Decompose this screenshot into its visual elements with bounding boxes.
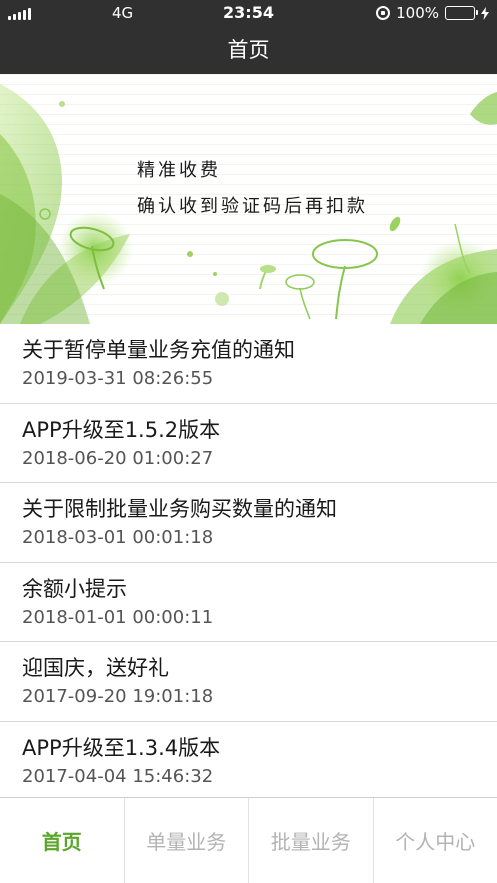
battery-icon bbox=[445, 6, 478, 20]
notice-list: 关于暂停单量业务充值的通知 2019-03-31 08:26:55 APP升级至… bbox=[0, 324, 497, 801]
notice-timestamp: 2017-09-20 19:01:18 bbox=[22, 686, 214, 707]
notice-title: 关于暂停单量业务充值的通知 bbox=[22, 338, 295, 362]
notice-item[interactable]: 余额小提示 2018-01-01 00:00:11 bbox=[0, 563, 497, 642]
network-type: 4G bbox=[112, 4, 134, 22]
notice-item[interactable]: 迎国庆，送好礼 2017-09-20 19:01:18 bbox=[0, 642, 497, 722]
promo-banner[interactable]: 精准收费 确认收到验证码后再扣款 bbox=[0, 74, 497, 324]
page-title: 首页 bbox=[227, 38, 270, 62]
tab-single-business[interactable]: 单量业务 bbox=[123, 798, 249, 883]
notice-title: APP升级至1.5.2版本 bbox=[22, 417, 221, 442]
notice-title: 关于限制批量业务购买数量的通知 bbox=[22, 497, 337, 521]
notice-timestamp: 2017-04-04 15:46:32 bbox=[22, 765, 214, 787]
tab-home[interactable]: 首页 bbox=[0, 798, 124, 883]
rotation-lock-icon bbox=[376, 6, 391, 20]
nav-bar: 首页 bbox=[0, 28, 497, 74]
notice-timestamp: 2019-03-31 08:26:55 bbox=[22, 368, 214, 389]
notice-timestamp: 2018-06-20 01:00:27 bbox=[22, 447, 214, 469]
notice-title: APP升级至1.3.4版本 bbox=[22, 735, 221, 760]
status-right: 100% bbox=[376, 4, 489, 22]
banner-subline: 确认收到验证码后再扣款 bbox=[137, 196, 368, 217]
bottom-tab-bar: 首页 单量业务 批量业务 个人中心 bbox=[0, 797, 497, 883]
tab-batch-business[interactable]: 批量业务 bbox=[248, 798, 373, 883]
notice-item[interactable]: 关于限制批量业务购买数量的通知 2018-03-01 00:01:18 bbox=[0, 483, 497, 563]
status-bar: 4G 23:54 100% bbox=[0, 0, 497, 28]
charging-bolt-icon bbox=[481, 6, 489, 20]
notice-title: 余额小提示 bbox=[22, 576, 127, 601]
tab-personal-center[interactable]: 个人中心 bbox=[372, 798, 497, 883]
notice-item[interactable]: APP升级至1.5.2版本 2018-06-20 01:00:27 bbox=[0, 404, 497, 483]
notice-item[interactable]: 关于暂停单量业务充值的通知 2019-03-31 08:26:55 bbox=[0, 324, 497, 404]
notice-title: 迎国庆，送好礼 bbox=[22, 656, 169, 680]
banner-headline: 精准收费 bbox=[137, 160, 221, 181]
notice-timestamp: 2018-03-01 00:01:18 bbox=[22, 527, 214, 548]
battery-percent: 100% bbox=[396, 4, 439, 22]
notice-timestamp: 2018-01-01 00:00:11 bbox=[22, 606, 214, 628]
notice-item[interactable]: APP升级至1.3.4版本 2017-04-04 15:46:32 bbox=[0, 722, 497, 802]
signal-strength-icon bbox=[8, 8, 31, 20]
